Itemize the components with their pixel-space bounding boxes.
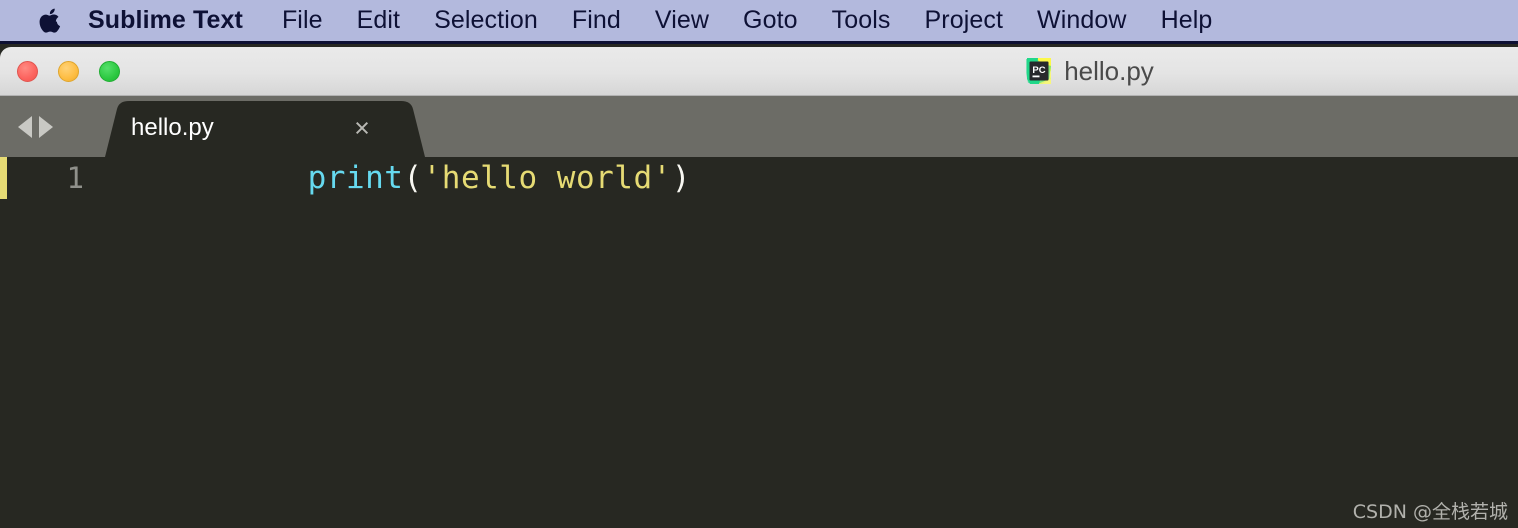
tab-navigation: [18, 96, 53, 157]
line-number: 1: [66, 161, 84, 195]
svg-text:PC: PC: [1033, 65, 1046, 76]
window-controls: [17, 60, 120, 82]
macos-menu-bar: Sublime Text File Edit Selection Find Vi…: [0, 0, 1518, 44]
code-token-close-paren: ): [671, 160, 691, 196]
close-window-button[interactable]: [17, 60, 38, 82]
minimize-window-button[interactable]: [58, 60, 79, 82]
menu-item-window[interactable]: Window: [1020, 8, 1144, 33]
code-token-function: print: [307, 160, 404, 196]
menu-item-project[interactable]: Project: [908, 8, 1021, 33]
title-bar-document: PC hello.py: [0, 47, 1518, 95]
editor-tab-bar: hello.py ×: [0, 96, 1518, 157]
gutter-change-marker: [0, 157, 7, 199]
code-line-row: 1 print('hello world'): [0, 157, 1518, 199]
menu-item-find[interactable]: Find: [555, 8, 638, 33]
apple-logo-icon[interactable]: [38, 6, 64, 36]
code-line-content[interactable]: print('hello world'): [116, 157, 691, 241]
chevron-left-icon[interactable]: [18, 115, 32, 138]
menu-item-file[interactable]: File: [265, 8, 340, 33]
menu-item-edit[interactable]: Edit: [340, 8, 417, 33]
menu-item-sublime-text[interactable]: Sublime Text: [84, 8, 265, 33]
code-token-string: 'hello world': [422, 160, 672, 196]
watermark: CSDN @全栈若城: [1352, 501, 1508, 523]
menu-item-help[interactable]: Help: [1144, 8, 1230, 33]
menu-item-tools[interactable]: Tools: [815, 8, 908, 33]
menu-item-selection[interactable]: Selection: [417, 8, 555, 33]
menu-item-goto[interactable]: Goto: [726, 8, 815, 33]
tab-hello-py[interactable]: hello.py ×: [95, 99, 435, 157]
tab-label: hello.py: [131, 114, 214, 141]
code-token-open-paren: (: [403, 160, 423, 196]
pycharm-icon: PC: [1024, 56, 1054, 86]
window-title-bar: PC hello.py: [0, 47, 1518, 96]
chevron-right-icon[interactable]: [39, 115, 53, 138]
close-icon[interactable]: ×: [347, 99, 377, 157]
code-editor[interactable]: 1 print('hello world') CSDN @全栈若城: [0, 157, 1518, 528]
menu-item-view[interactable]: View: [638, 8, 726, 33]
maximize-window-button[interactable]: [99, 60, 120, 82]
screen: Sublime Text File Edit Selection Find Vi…: [0, 0, 1518, 528]
page-title: hello.py: [1064, 56, 1154, 86]
sublime-text-window: PC hello.py hello.py × 1 print('hello wo…: [0, 47, 1518, 528]
